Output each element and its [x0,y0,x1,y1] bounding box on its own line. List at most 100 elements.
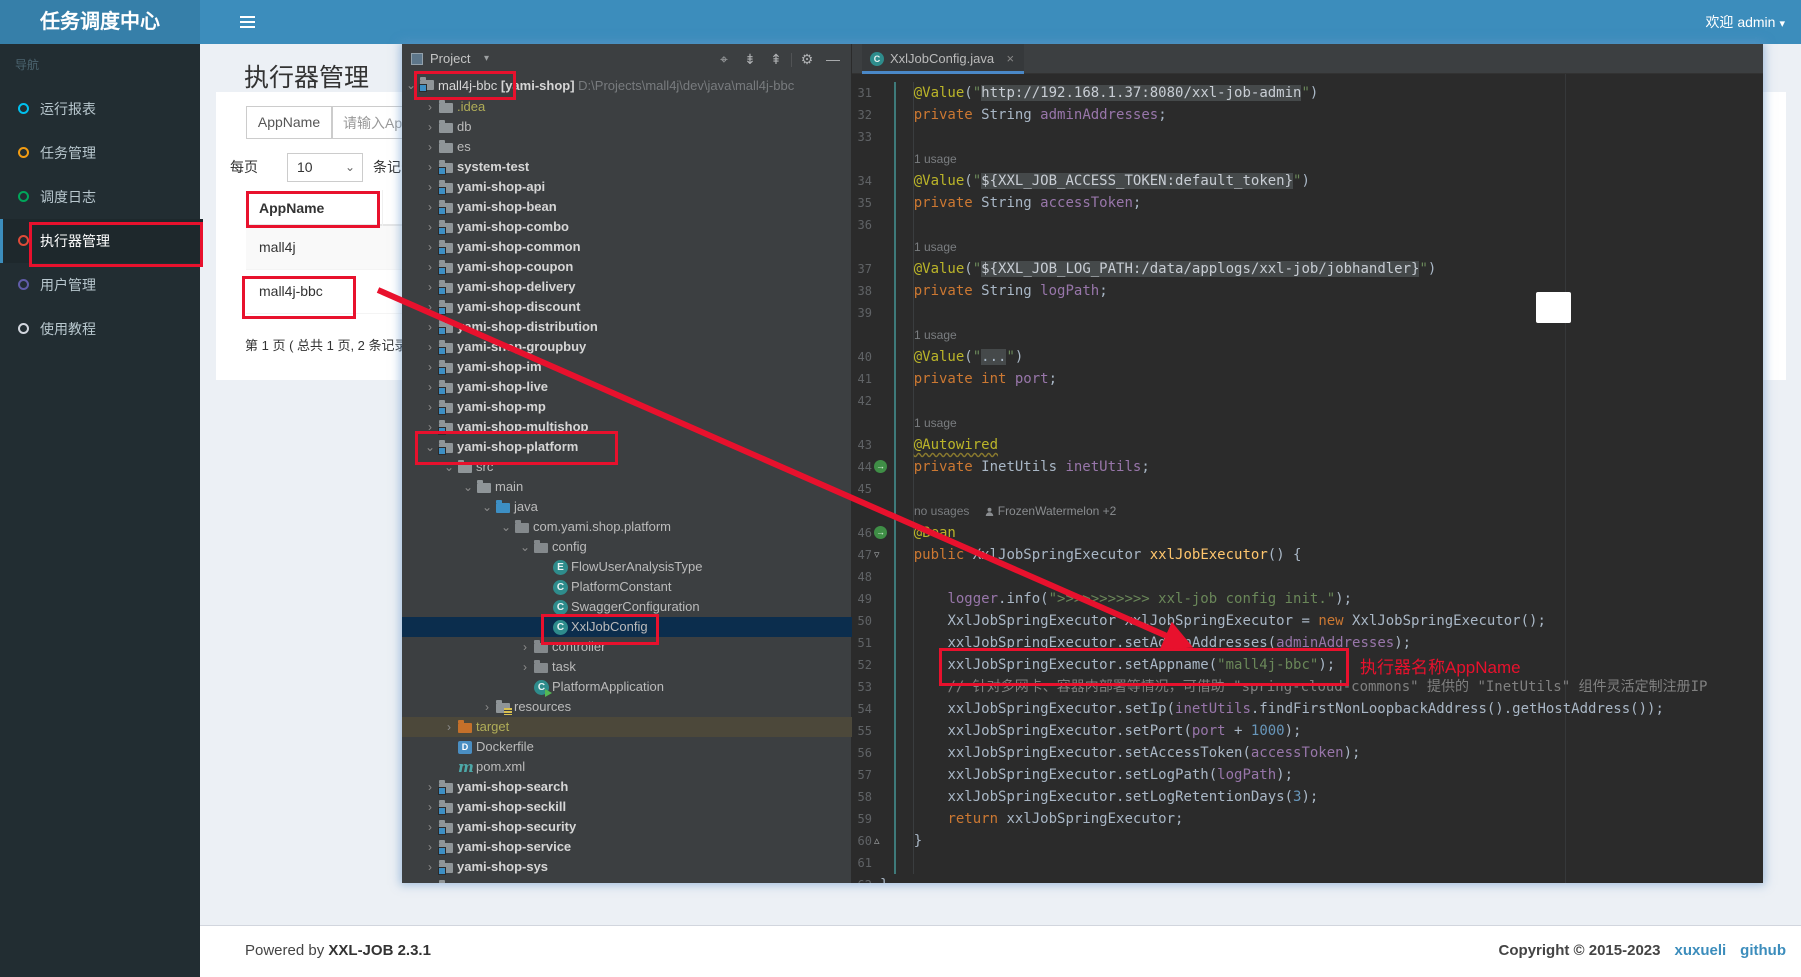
code-line-54[interactable]: 54 xxlJobSpringExecutor.setIp(inetUtils.… [852,698,1763,720]
chevron-collapsed-icon[interactable]: › [424,337,436,357]
tree-item-yami-shop-mp[interactable]: ›yami-shop-mp [402,397,852,417]
code-editor[interactable]: 31 @Value("http://192.168.1.37:8080/xxl-… [852,74,1763,883]
chevron-expanded-icon[interactable]: ⌄ [443,457,455,477]
chevron-collapsed-icon[interactable]: › [424,297,436,317]
chevron-expanded-icon[interactable]: ⌄ [405,74,417,97]
tree-item-PlatformApplication[interactable]: CPlatformApplication [402,677,852,697]
chevron-expanded-icon[interactable]: ⌄ [462,477,474,497]
sidebar-item-调度日志[interactable]: 调度日志 [0,175,200,219]
menu-toggle-icon[interactable] [240,13,264,31]
tree-item-resources[interactable]: ›resources [402,697,852,717]
chevron-collapsed-icon[interactable]: › [424,137,436,157]
code-line-48[interactable]: 48 [852,566,1763,588]
code-line-47[interactable]: 47▿ public XxlJobSpringExecutor xxlJobEx… [852,544,1763,566]
code-line-37[interactable]: 37 @Value("${XXL_JOB_LOG_PATH:/data/appl… [852,258,1763,280]
fold-marker-icon[interactable]: ▵ [874,830,880,852]
chevron-collapsed-icon[interactable]: › [519,637,531,657]
tree-item-yami-shop-distribution[interactable]: ›yami-shop-distribution [402,317,852,337]
collapse-all-icon[interactable]: ⇞ [763,44,789,74]
tree-item-FlowUserAnalysisType[interactable]: EFlowUserAnalysisType [402,557,852,577]
tree-item-yami-shop-sys[interactable]: ›yami-shop-sys [402,857,852,877]
code-line-52[interactable]: 52 xxlJobSpringExecutor.setAppname("mall… [852,654,1763,676]
hide-panel-icon[interactable]: — [820,44,846,74]
tree-item-yami-shop-api[interactable]: ›yami-shop-api [402,177,852,197]
project-dropdown-caret-icon[interactable]: ▾ [484,44,489,74]
tree-item-Dockerfile[interactable]: DDockerfile [402,737,852,757]
tree-item-.idea[interactable]: ›.idea [402,97,852,117]
tree-item-com.yami.shop.platform[interactable]: ⌄com.yami.shop.platform [402,517,852,537]
code-line-58[interactable]: 58 xxlJobSpringExecutor.setLogRetentionD… [852,786,1763,808]
tree-item-yami-shop-im[interactable]: ›yami-shop-im [402,357,852,377]
tree-item-yami-shop-search[interactable]: ›yami-shop-search [402,777,852,797]
code-line-44[interactable]: 44→ private InetUtils inetUtils; [852,456,1763,478]
tree-item-system-test[interactable]: ›system-test [402,157,852,177]
chevron-collapsed-icon[interactable]: › [424,217,436,237]
code-line-62[interactable]: 62} [852,874,1763,883]
tree-item-java[interactable]: ⌄java [402,497,852,517]
tree-item-yami-shop-seckill[interactable]: ›yami-shop-seckill [402,797,852,817]
link-github[interactable]: github [1740,942,1786,959]
tree-item-yami-shop-platform[interactable]: ⌄yami-shop-platform [402,437,852,457]
tab-xxljobconfig[interactable]: C XxlJobConfig.java × [862,44,1024,74]
code-line-42[interactable]: 42 [852,390,1763,412]
chevron-expanded-icon[interactable]: ⌄ [500,517,512,537]
tree-item-task[interactable]: ›task [402,657,852,677]
tree-item-yami-shop-combo[interactable]: ›yami-shop-combo [402,217,852,237]
tree-item-yami-shop-service[interactable]: ›yami-shop-service [402,837,852,857]
code-line-51[interactable]: 51 xxlJobSpringExecutor.setAdminAddresse… [852,632,1763,654]
chevron-collapsed-icon[interactable]: › [424,277,436,297]
code-line-40[interactable]: 40 @Value("...") [852,346,1763,368]
sidebar-item-执行器管理[interactable]: 执行器管理 [0,219,203,263]
usage-hint[interactable]: no usages FrozenWatermelon +2 [914,500,1116,522]
tree-item-main[interactable]: ⌄main [402,477,852,497]
code-line-56[interactable]: 56 xxlJobSpringExecutor.setAccessToken(a… [852,742,1763,764]
per-page-select[interactable]: 10 ⌄ [287,153,363,182]
tab-close-icon[interactable]: × [1007,51,1015,66]
chevron-collapsed-icon[interactable]: › [424,157,436,177]
locate-icon[interactable]: ⌖ [711,44,737,74]
chevron-collapsed-icon[interactable]: › [424,397,436,417]
chevron-expanded-icon[interactable]: ⌄ [519,537,531,557]
tree-item-yami-shop-common[interactable]: ›yami-shop-common [402,237,852,257]
chevron-collapsed-icon[interactable]: › [424,177,436,197]
usage-hint[interactable]: 1 usage [914,412,957,434]
settings-icon[interactable]: ⚙ [794,44,820,74]
code-line-57[interactable]: 57 xxlJobSpringExecutor.setLogPath(logPa… [852,764,1763,786]
tree-root-item[interactable]: ⌄ mall4j-bbc [yami-shop] D:\Projects\mal… [402,74,852,97]
tree-item-yami-shop-bean[interactable]: ›yami-shop-bean [402,197,852,217]
usage-hint[interactable]: 1 usage [914,236,957,258]
code-line-34[interactable]: 34 @Value("${XXL_JOB_ACCESS_TOKEN:defaul… [852,170,1763,192]
chevron-collapsed-icon[interactable]: › [424,817,436,837]
code-line-59[interactable]: 59 return xxlJobSpringExecutor; [852,808,1763,830]
code-line-32[interactable]: 32 private String adminAddresses; [852,104,1763,126]
tree-item-yami-shop-coupon[interactable]: ›yami-shop-coupon [402,257,852,277]
tree-item[interactable]: › [402,877,852,883]
tree-item-XxlJobConfig[interactable]: CXxlJobConfig [402,617,852,637]
usage-hint[interactable]: 1 usage [914,148,957,170]
chevron-collapsed-icon[interactable]: › [424,417,436,437]
fold-marker-icon[interactable]: ▿ [874,544,880,566]
chevron-collapsed-icon[interactable]: › [424,357,436,377]
code-line-41[interactable]: 41 private int port; [852,368,1763,390]
code-line-39[interactable]: 39 [852,302,1763,324]
chevron-collapsed-icon[interactable]: › [424,837,436,857]
code-line-45[interactable]: 45 [852,478,1763,500]
sidebar-item-运行报表[interactable]: 运行报表 [0,87,200,131]
chevron-collapsed-icon[interactable]: › [424,877,436,883]
tree-item-db[interactable]: ›db [402,117,852,137]
sidebar-item-使用教程[interactable]: 使用教程 [0,307,200,351]
tree-item-pom.xml[interactable]: mpom.xml [402,757,852,777]
code-line-49[interactable]: 49 logger.info(">>>>>>>>>>> xxl-job conf… [852,588,1763,610]
chevron-collapsed-icon[interactable]: › [481,697,493,717]
code-line-38[interactable]: 38 private String logPath; [852,280,1763,302]
tree-item-config[interactable]: ⌄config [402,537,852,557]
chevron-collapsed-icon[interactable]: › [443,717,455,737]
code-line-31[interactable]: 31 @Value("http://192.168.1.37:8080/xxl-… [852,82,1763,104]
tree-item-target[interactable]: ›target [402,717,852,737]
chevron-collapsed-icon[interactable]: › [424,97,436,117]
tree-item-yami-shop-delivery[interactable]: ›yami-shop-delivery [402,277,852,297]
code-line-61[interactable]: 61 [852,852,1763,874]
chevron-expanded-icon[interactable]: ⌄ [424,437,436,457]
code-line-53[interactable]: 53 // 针对多网卡、容器内部署等情况，可借助 "spring-cloud-c… [852,676,1763,698]
chevron-collapsed-icon[interactable]: › [424,117,436,137]
